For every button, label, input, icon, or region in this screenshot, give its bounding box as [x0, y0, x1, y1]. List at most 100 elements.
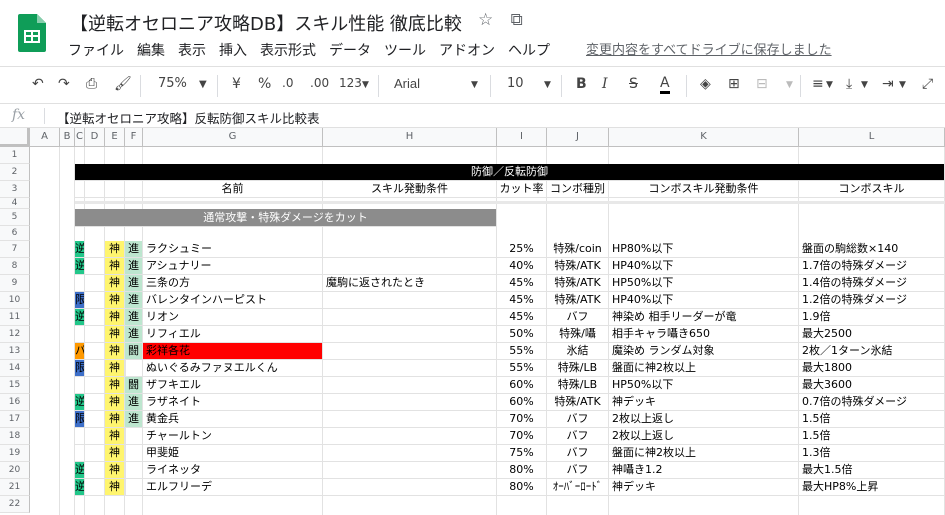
evolution-cell[interactable]: 進 — [125, 394, 143, 411]
evolution-cell[interactable] — [125, 428, 143, 445]
section-title[interactable]: 通常攻撃・特殊ダメージをカット — [75, 209, 497, 227]
combo-skill[interactable]: 最大1800 — [799, 360, 945, 377]
combo-condition[interactable]: HP40%以下 — [609, 292, 799, 309]
type-badge[interactable] — [75, 275, 85, 292]
combo-condition[interactable]: 2枚以上返し — [609, 428, 799, 445]
cut-rate[interactable]: 60% — [497, 394, 547, 411]
strikethrough-icon[interactable]: S — [629, 76, 638, 92]
combo-type[interactable]: 特殊/ATK — [547, 275, 609, 292]
character-name[interactable]: エルフリーデ — [143, 479, 323, 496]
character-name[interactable]: 黄金兵 — [143, 411, 323, 428]
undo-icon[interactable]: ↶ — [32, 76, 44, 92]
header-cut-rate[interactable]: カット率 — [497, 181, 547, 198]
banner-title[interactable]: 防御／反転防御 — [75, 164, 945, 181]
combo-skill[interactable]: 1.9倍 — [799, 309, 945, 326]
character-name[interactable]: チャールトン — [143, 428, 323, 445]
type-badge[interactable]: 逆 — [75, 241, 85, 258]
cut-rate[interactable]: 50% — [497, 326, 547, 343]
merge-cells-icon[interactable]: ⊟ — [756, 76, 768, 92]
document-title[interactable]: 【逆転オセロニア攻略DB】スキル性能 徹底比較 — [70, 10, 462, 36]
combo-skill[interactable]: 1.5倍 — [799, 411, 945, 428]
cut-rate[interactable]: 55% — [497, 343, 547, 360]
evolution-cell[interactable]: 進 — [125, 258, 143, 275]
blank-cell[interactable] — [85, 343, 105, 360]
combo-skill[interactable]: 1.5倍 — [799, 428, 945, 445]
combo-condition[interactable]: 神デッキ — [609, 394, 799, 411]
column-header-G[interactable]: G — [143, 128, 323, 147]
character-name[interactable]: リオン — [143, 309, 323, 326]
skill-condition[interactable] — [323, 292, 497, 309]
combo-type[interactable]: 特殊/LB — [547, 377, 609, 394]
combo-skill[interactable]: 1.7倍の特殊ダメージ — [799, 258, 945, 275]
combo-type[interactable]: 特殊/ATK — [547, 394, 609, 411]
combo-type[interactable]: バフ — [547, 445, 609, 462]
menu-item-4[interactable]: 表示形式 — [260, 43, 316, 59]
blank-cell[interactable] — [85, 445, 105, 462]
row-header-8[interactable]: 8 — [0, 258, 30, 275]
combo-type[interactable]: ｵｰﾊﾞｰﾛｰﾄﾞ — [547, 479, 609, 496]
attribute-cell[interactable]: 神 — [105, 292, 125, 309]
combo-condition[interactable]: 神囁き1.2 — [609, 462, 799, 479]
attribute-cell[interactable]: 神 — [105, 411, 125, 428]
blank-cell[interactable] — [85, 411, 105, 428]
skill-condition[interactable] — [323, 445, 497, 462]
skill-condition[interactable] — [323, 377, 497, 394]
column-header-A[interactable]: A — [30, 128, 60, 147]
cut-rate[interactable]: 55% — [497, 360, 547, 377]
star-icon[interactable]: ☆ — [478, 10, 493, 30]
skill-condition[interactable] — [323, 479, 497, 496]
column-header-C[interactable]: C — [75, 128, 85, 147]
character-name[interactable]: バレンタインハーピスト — [143, 292, 323, 309]
wrap-dropdown-icon[interactable]: ▼ — [899, 80, 906, 90]
column-header-D[interactable]: D — [85, 128, 105, 147]
column-header-I[interactable]: I — [497, 128, 547, 147]
percent-button[interactable]: % — [258, 76, 271, 92]
blank-cell[interactable] — [85, 428, 105, 445]
row-header-4[interactable]: 4 — [0, 198, 30, 209]
combo-condition[interactable]: 2枚以上返し — [609, 411, 799, 428]
blank-cell[interactable] — [85, 394, 105, 411]
row-header-7[interactable]: 7 — [0, 241, 30, 258]
skill-condition[interactable] — [323, 326, 497, 343]
combo-skill[interactable]: 1.4倍の特殊ダメージ — [799, 275, 945, 292]
formula-input[interactable]: 【逆転オセロニア攻略】反転防御スキル比較表 — [57, 108, 320, 127]
combo-skill[interactable]: 1.3倍 — [799, 445, 945, 462]
row-header-3[interactable]: 3 — [0, 181, 30, 198]
type-badge[interactable]: 限 — [75, 292, 85, 309]
evolution-cell[interactable] — [125, 479, 143, 496]
combo-type[interactable]: 特殊/ATK — [547, 292, 609, 309]
skill-condition[interactable] — [323, 411, 497, 428]
combo-condition[interactable]: 神染め 相手リーダーが竜 — [609, 309, 799, 326]
row-header-5[interactable]: 5 — [0, 209, 30, 226]
menu-item-8[interactable]: ヘルプ — [508, 43, 550, 59]
attribute-cell[interactable]: 神 — [105, 258, 125, 275]
row-header-9[interactable]: 9 — [0, 275, 30, 292]
type-badge[interactable]: 限 — [75, 360, 85, 377]
header-skill-cond[interactable]: スキル発動条件 — [323, 181, 497, 198]
evolution-cell[interactable]: 進 — [125, 241, 143, 258]
combo-skill[interactable]: 最大3600 — [799, 377, 945, 394]
currency-button[interactable]: ¥ — [232, 76, 241, 92]
row-header-2[interactable]: 2 — [0, 164, 30, 181]
combo-type[interactable]: 特殊/囁 — [547, 326, 609, 343]
column-header-B[interactable]: B — [60, 128, 75, 147]
evolution-cell[interactable]: 進 — [125, 275, 143, 292]
character-name[interactable]: ザフキエル — [143, 377, 323, 394]
cut-rate[interactable]: 45% — [497, 292, 547, 309]
combo-skill[interactable]: 盤面の駒総数×140 — [799, 241, 945, 258]
character-name[interactable]: 三条の方 — [143, 275, 323, 292]
combo-condition[interactable]: 神デッキ — [609, 479, 799, 496]
text-rotate-icon[interactable]: ⤢ — [922, 76, 933, 92]
combo-skill[interactable]: 1.2倍の特殊ダメージ — [799, 292, 945, 309]
font-size-dropdown-icon[interactable]: ▼ — [544, 80, 551, 90]
cut-rate[interactable]: 45% — [497, 309, 547, 326]
save-status-link[interactable]: 変更内容をすべてドライブに保存しました — [586, 39, 832, 58]
header-combo-cond[interactable]: コンボスキル発動条件 — [609, 181, 799, 198]
select-all-corner[interactable] — [0, 128, 30, 147]
fill-color-icon[interactable]: ◈ — [700, 76, 711, 92]
combo-condition[interactable]: HP50%以下 — [609, 275, 799, 292]
merge-dropdown-icon[interactable]: ▼ — [786, 80, 793, 90]
column-header-H[interactable]: H — [323, 128, 497, 147]
combo-type[interactable]: バフ — [547, 428, 609, 445]
font-size-select[interactable]: 10 — [507, 76, 524, 91]
